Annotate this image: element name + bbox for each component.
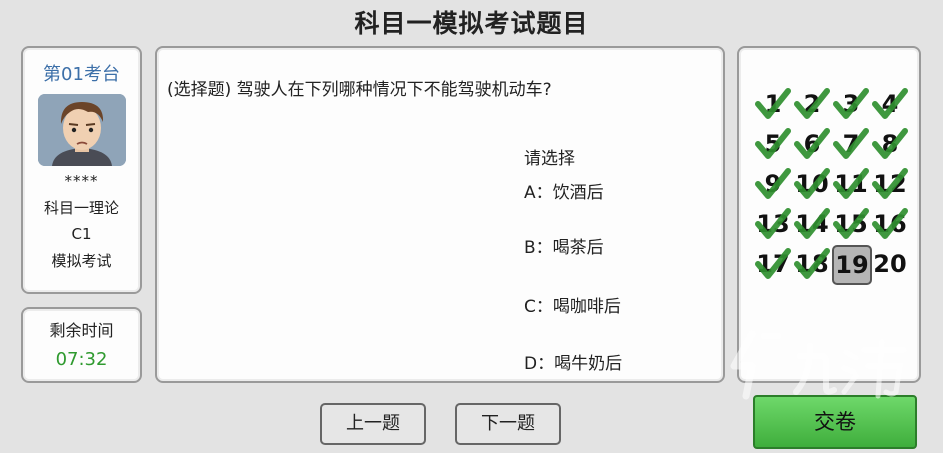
timer-panel: 剩余时间 07:32 bbox=[21, 307, 142, 383]
question-cell-5[interactable]: 5 bbox=[754, 125, 792, 163]
exam-mode: 模拟考试 bbox=[51, 252, 112, 270]
question-cell-14[interactable]: 14 bbox=[793, 205, 831, 243]
question-cell-15[interactable]: 15 bbox=[832, 205, 870, 243]
question-cell-6[interactable]: 6 bbox=[793, 125, 831, 163]
question-cell-18[interactable]: 18 bbox=[793, 245, 831, 283]
check-icon bbox=[755, 208, 791, 239]
license-type: C1 bbox=[71, 225, 92, 243]
timer-value: 07:32 bbox=[55, 349, 108, 370]
exam-info-panel: 第01考台 **** 科目一理论 C1 模拟考试 bbox=[21, 46, 142, 294]
question-cell-4[interactable]: 4 bbox=[871, 85, 909, 123]
answer-grid-panel: 1 2 3 4 5 6 7 8 9 10 11 12 13 14 15 16 17 18 19 20 bbox=[737, 46, 921, 383]
option-c[interactable]: C：喝咖啡后 bbox=[524, 292, 621, 317]
question-cell-3[interactable]: 3 bbox=[832, 85, 870, 123]
question-cell-8[interactable]: 8 bbox=[871, 125, 909, 163]
check-icon bbox=[872, 208, 908, 239]
question-number: 19 bbox=[835, 251, 869, 279]
check-icon bbox=[755, 168, 791, 199]
question-cell-20[interactable]: 20 bbox=[871, 245, 909, 283]
check-icon bbox=[872, 168, 908, 199]
question-cell-7[interactable]: 7 bbox=[832, 125, 870, 163]
subject-label: 科目一理论 bbox=[43, 199, 119, 217]
check-icon bbox=[794, 248, 830, 279]
question-cell-11[interactable]: 11 bbox=[832, 165, 870, 203]
timer-label: 剩余时间 bbox=[49, 321, 114, 340]
check-icon bbox=[833, 88, 869, 119]
seat-number: 第01考台 bbox=[43, 64, 120, 85]
question-cell-13[interactable]: 13 bbox=[754, 205, 792, 243]
check-icon bbox=[755, 248, 791, 279]
examinee-name: **** bbox=[64, 172, 99, 190]
check-icon bbox=[833, 128, 869, 159]
check-icon bbox=[794, 128, 830, 159]
check-icon bbox=[794, 168, 830, 199]
question-cell-12[interactable]: 12 bbox=[871, 165, 909, 203]
question-cell-1[interactable]: 1 bbox=[754, 85, 792, 123]
question-text: (选择题) 驾驶人在下列哪种情况下不能驾驶机动车? bbox=[167, 80, 552, 100]
question-number: 20 bbox=[873, 250, 907, 278]
check-icon bbox=[794, 88, 830, 119]
next-question-button[interactable]: 下一题 bbox=[455, 403, 561, 445]
option-b[interactable]: B：喝茶后 bbox=[524, 233, 604, 258]
check-icon bbox=[755, 128, 791, 159]
avatar-face-icon bbox=[37, 94, 126, 166]
page-title: 科目一模拟考试题目 bbox=[354, 9, 589, 38]
check-icon bbox=[872, 128, 908, 159]
question-cell-19[interactable]: 19 bbox=[832, 245, 872, 285]
question-cell-2[interactable]: 2 bbox=[793, 85, 831, 123]
question-cell-16[interactable]: 16 bbox=[871, 205, 909, 243]
option-a[interactable]: A：饮酒后 bbox=[524, 178, 604, 203]
check-icon bbox=[833, 168, 869, 199]
submit-exam-button[interactable]: 交卷 bbox=[753, 395, 917, 449]
check-icon bbox=[833, 208, 869, 239]
check-icon bbox=[794, 208, 830, 239]
choose-label: 请选择 bbox=[524, 149, 575, 169]
question-cell-9[interactable]: 9 bbox=[754, 165, 792, 203]
check-icon bbox=[872, 88, 908, 119]
question-cell-10[interactable]: 10 bbox=[793, 165, 831, 203]
option-d[interactable]: D：喝牛奶后 bbox=[524, 349, 622, 374]
check-icon bbox=[755, 88, 791, 119]
question-cell-17[interactable]: 17 bbox=[754, 245, 792, 283]
avatar bbox=[37, 94, 126, 166]
question-panel: (选择题) 驾驶人在下列哪种情况下不能驾驶机动车? 请选择 A：饮酒后 B：喝茶… bbox=[155, 46, 725, 383]
prev-question-button[interactable]: 上一题 bbox=[320, 403, 426, 445]
